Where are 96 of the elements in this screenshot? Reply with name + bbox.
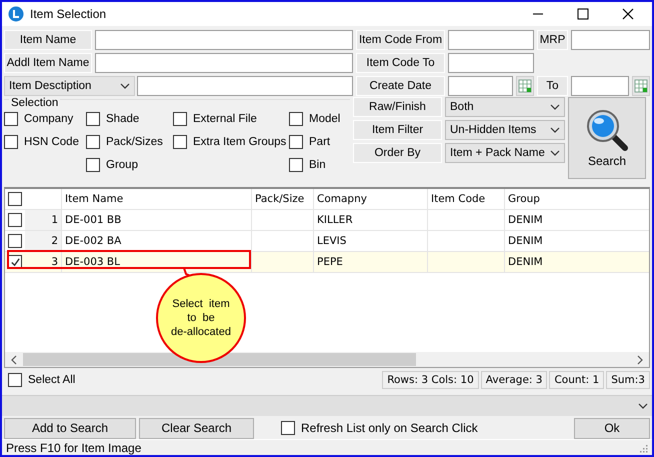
date-from-field[interactable]: [448, 76, 513, 96]
checkbox[interactable]: [173, 112, 187, 126]
filter-dropdown[interactable]: Item + Pack Name: [445, 143, 565, 163]
description-dropdown[interactable]: Item Desctiption: [4, 76, 135, 96]
column-header[interactable]: Item Name: [61, 189, 251, 209]
filter-dropdown[interactable]: Un-Hidden Items: [445, 120, 565, 140]
checkbox[interactable]: [4, 112, 18, 126]
table-cell: KILLER: [313, 210, 427, 230]
checkbox-label: Refresh List only on Search Click: [301, 421, 478, 435]
checkbox[interactable]: [86, 158, 100, 172]
callout-text: de-allocated: [171, 325, 231, 339]
table-cell: DE-002 BA: [61, 231, 251, 251]
search-button[interactable]: Search: [568, 97, 646, 179]
checkbox-label: Select All: [28, 374, 76, 386]
field-label: Item Code From: [356, 30, 445, 50]
calendar-icon[interactable]: [516, 76, 534, 96]
stat-cell: Rows: 3 Cols: 10: [382, 371, 479, 389]
description-field[interactable]: [137, 76, 353, 96]
ok-button[interactable]: Ok: [574, 418, 650, 438]
scroll-left-icon[interactable]: [11, 354, 17, 364]
search-icon: [585, 108, 629, 152]
checkbox-label: Model: [309, 113, 340, 125]
checkbox[interactable]: [8, 192, 22, 206]
caret-icon: [550, 104, 560, 110]
checkbox-label: Part: [309, 136, 330, 148]
item-code-from-field[interactable]: [448, 30, 534, 50]
add-to-search-button[interactable]: Add to Search: [4, 418, 136, 438]
checkbox[interactable]: [8, 234, 22, 248]
caret-icon: [120, 83, 130, 89]
caret-icon: [550, 150, 560, 156]
table-cell: DENIM: [504, 231, 619, 251]
column-header[interactable]: Group: [504, 189, 619, 209]
item-name-field[interactable]: [95, 30, 353, 50]
checkbox-label: Company: [24, 113, 74, 125]
field-label: Raw/Finish: [353, 97, 442, 117]
filter-dropdown[interactable]: Both: [445, 97, 565, 117]
table-cell: LEVIS: [313, 231, 427, 251]
table-cell: DE-003 BL: [61, 252, 251, 272]
field-label: Order By: [353, 143, 442, 163]
checkbox[interactable]: [86, 135, 100, 149]
stat-cell: Count: 1: [549, 371, 604, 389]
stat-cell: Sum:3: [606, 371, 650, 389]
app-logo-icon: [8, 6, 24, 22]
checkbox[interactable]: [173, 135, 187, 149]
status-text: Press F10 for Item Image: [6, 440, 142, 454]
calendar-icon[interactable]: [632, 76, 650, 96]
checkbox[interactable]: [8, 373, 22, 387]
horizontal-scrollbar[interactable]: [5, 352, 649, 367]
field-label: Create Date: [356, 76, 445, 96]
table-cell: DENIM: [504, 210, 619, 230]
table-cell: PEPE: [313, 252, 427, 272]
checkbox[interactable]: [289, 112, 303, 126]
resize-grip-icon[interactable]: [638, 442, 648, 452]
field-label: Addl Item Name: [4, 53, 92, 73]
table-cell: DE-001 BB: [61, 210, 251, 230]
item-code-to-field[interactable]: [448, 53, 534, 73]
maximize-icon[interactable]: [577, 8, 589, 20]
checkbox[interactable]: [8, 213, 22, 227]
checkbox-label: HSN Code: [24, 136, 79, 148]
checkbox-label: Bin: [309, 159, 326, 171]
caret-icon: [638, 403, 648, 409]
checkbox[interactable]: [4, 135, 18, 149]
checkbox-label: Shade: [106, 113, 140, 125]
column-header[interactable]: Item Code: [427, 189, 504, 209]
row-number: 1: [25, 210, 61, 230]
stat-cell: Average: 3: [480, 371, 548, 389]
field-label: Item Code To: [356, 53, 445, 73]
date-to-field[interactable]: [571, 76, 629, 96]
scroll-right-icon[interactable]: [637, 354, 643, 364]
caret-icon: [550, 127, 560, 133]
table-row[interactable]: 1 DE-001 BB KILLER DENIM: [5, 210, 649, 231]
checkbox-label: External File: [193, 113, 257, 125]
field-label: To: [537, 76, 568, 96]
field-label: Item Name: [4, 30, 92, 50]
row-number: 2: [25, 231, 61, 251]
addl-item-name-field[interactable]: [95, 53, 353, 73]
callout-text: Select item: [172, 297, 230, 311]
group-title: Selection: [9, 97, 60, 109]
checkbox[interactable]: [281, 421, 295, 435]
field-label: Item Filter: [353, 120, 442, 140]
checkbox-label: Pack/Sizes: [106, 136, 163, 148]
callout-text: to be: [187, 311, 215, 325]
checkbox[interactable]: [289, 135, 303, 149]
checkbox-label: Group: [106, 159, 138, 171]
close-icon[interactable]: [622, 8, 634, 20]
field-label: MRP: [537, 30, 568, 50]
clear-search-button[interactable]: Clear Search: [139, 418, 254, 438]
table-row[interactable]: 3 DE-003 BL PEPE DENIM: [5, 252, 649, 273]
mrp-field[interactable]: [571, 30, 650, 50]
column-header[interactable]: Comapny: [313, 189, 427, 209]
checkbox[interactable]: [289, 158, 303, 172]
table-cell: DENIM: [504, 252, 619, 272]
column-header[interactable]: Pack/Size: [251, 189, 313, 209]
window-title: Item Selection: [30, 7, 108, 21]
checkbox[interactable]: [86, 112, 100, 126]
checkbox-label: Extra Item Groups: [193, 136, 286, 148]
